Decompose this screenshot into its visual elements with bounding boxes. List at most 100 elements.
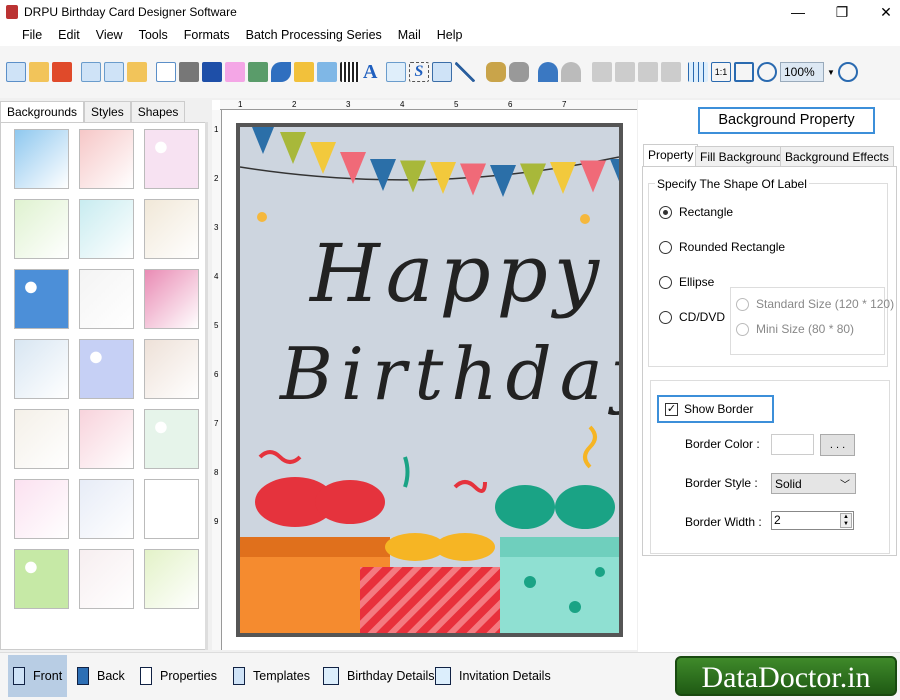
card-text-happy[interactable]: Happy — [310, 227, 605, 320]
background-thumbnail[interactable] — [14, 269, 69, 329]
background-thumbnail[interactable] — [144, 129, 199, 189]
text-icon[interactable]: A — [363, 62, 383, 82]
actual-size-icon[interactable]: 1:1 — [711, 62, 731, 82]
close-file-icon[interactable] — [52, 62, 72, 82]
maximize-button[interactable]: ❐ — [820, 0, 864, 24]
background-thumbnail[interactable] — [14, 199, 69, 259]
background-thumbnail[interactable] — [144, 199, 199, 259]
fit-icon[interactable] — [734, 62, 754, 82]
border-style-select[interactable]: Solid ﹀ — [771, 473, 856, 494]
undo-icon[interactable] — [538, 62, 558, 82]
minimize-button[interactable]: — — [776, 0, 820, 24]
export-icon[interactable] — [127, 62, 147, 82]
menu-formats[interactable]: Formats — [176, 28, 238, 42]
save-as-icon[interactable] — [104, 62, 124, 82]
background-thumbnail[interactable] — [14, 129, 69, 189]
tab-fill-background[interactable]: Fill Background — [695, 146, 788, 166]
background-thumbnail[interactable] — [14, 339, 69, 399]
wordart-icon[interactable] — [317, 62, 337, 82]
card-text-birthday[interactable]: Birthday — [280, 332, 619, 416]
border-width-stepper[interactable]: 2 ▲ ▼ — [771, 511, 854, 530]
layers-icon[interactable] — [202, 62, 222, 82]
radio-standard-size[interactable]: Standard Size (120 * 120) — [736, 297, 894, 311]
radio-rounded-rectangle[interactable]: Rounded Rectangle — [659, 240, 785, 254]
front-button[interactable]: Front — [8, 655, 68, 697]
signature-icon[interactable]: S — [409, 62, 429, 82]
birthday-details-button[interactable]: Birthday Details — [318, 655, 440, 697]
background-thumbnail[interactable] — [79, 269, 134, 329]
database-gray-icon[interactable] — [509, 62, 529, 82]
background-thumbnail[interactable] — [144, 409, 199, 469]
background-thumbnail[interactable] — [79, 339, 134, 399]
menu-view[interactable]: View — [88, 28, 131, 42]
pen-icon[interactable] — [271, 62, 291, 82]
radio-mini-size[interactable]: Mini Size (80 * 80) — [736, 322, 854, 336]
shapes-icon[interactable] — [294, 62, 314, 82]
open-icon[interactable] — [29, 62, 49, 82]
background-thumbnail[interactable] — [144, 269, 199, 329]
background-thumbnail[interactable] — [144, 549, 199, 609]
background-thumbnail[interactable] — [144, 479, 199, 539]
radio-icon — [659, 275, 672, 289]
background-thumbnail[interactable] — [14, 479, 69, 539]
radio-cd-dvd[interactable]: CD/DVD — [659, 310, 725, 324]
background-thumbnail[interactable] — [79, 129, 134, 189]
background-thumbnail[interactable] — [79, 549, 134, 609]
tab-shapes[interactable]: Shapes — [130, 101, 186, 123]
menu-tools[interactable]: Tools — [131, 28, 176, 42]
close-button[interactable]: ✕ — [864, 0, 900, 24]
delete-icon[interactable] — [661, 62, 681, 82]
menu-file[interactable]: File — [14, 28, 50, 42]
properties-button[interactable]: Properties — [135, 655, 222, 697]
border-color-swatch[interactable] — [771, 434, 814, 455]
image-icon[interactable] — [248, 62, 268, 82]
menu-batch[interactable]: Batch Processing Series — [238, 28, 390, 42]
cut-icon[interactable] — [592, 62, 612, 82]
properties-icon[interactable] — [156, 62, 176, 82]
tab-backgrounds[interactable]: Backgrounds — [0, 101, 85, 123]
redo-icon[interactable] — [561, 62, 581, 82]
save-icon[interactable] — [81, 62, 101, 82]
radio-rectangle[interactable]: Rectangle — [659, 205, 733, 219]
radio-ellipse[interactable]: Ellipse — [659, 275, 714, 289]
background-thumbnail[interactable] — [79, 409, 134, 469]
background-thumbnail[interactable] — [79, 199, 134, 259]
zoom-dropdown-icon[interactable]: ▼ — [827, 68, 835, 77]
shape-group-label: Specify The Shape Of Label — [655, 177, 809, 191]
paste-icon[interactable] — [638, 62, 658, 82]
zoom-in-icon[interactable] — [757, 62, 777, 82]
background-thumbnail[interactable] — [79, 479, 134, 539]
menu-mail[interactable]: Mail — [390, 28, 429, 42]
gallery-scrollbar[interactable] — [205, 122, 208, 650]
zoom-out-icon[interactable] — [837, 62, 858, 82]
menu-edit[interactable]: Edit — [50, 28, 88, 42]
templates-button[interactable]: Templates — [228, 655, 315, 697]
birthday-card[interactable]: Happy Birthday — [236, 123, 623, 637]
gift-right — [495, 485, 619, 633]
barcode-icon[interactable] — [340, 62, 360, 82]
line-icon[interactable] — [455, 62, 475, 82]
new-icon[interactable] — [6, 62, 26, 82]
background-thumbnail[interactable] — [144, 339, 199, 399]
border-color-button[interactable]: . . . — [820, 434, 855, 456]
ruler-tick-label: 8 — [214, 468, 219, 477]
spin-arrows-icon[interactable]: ▲ ▼ — [840, 513, 852, 528]
invitation-details-button[interactable]: Invitation Details — [430, 655, 556, 697]
grid-icon[interactable] — [688, 62, 708, 82]
background-thumbnail[interactable] — [14, 409, 69, 469]
zoom-select[interactable]: 100% — [780, 62, 824, 82]
menu-help[interactable]: Help — [429, 28, 471, 42]
title-bar: DRPU Birthday Card Designer Software — ❐… — [0, 0, 900, 24]
gift-icon[interactable] — [225, 62, 245, 82]
tab-property[interactable]: Property — [643, 144, 699, 166]
show-border-checkbox[interactable]: ✓ Show Border — [657, 395, 774, 423]
text-box-icon[interactable] — [386, 62, 406, 82]
tab-background-effects[interactable]: Background Effects — [780, 146, 894, 166]
mail-icon[interactable] — [432, 62, 452, 82]
copy-icon[interactable] — [615, 62, 635, 82]
print-icon[interactable] — [179, 62, 199, 82]
back-button[interactable]: Back — [72, 655, 130, 697]
tab-styles[interactable]: Styles — [84, 101, 131, 123]
database-icon[interactable] — [486, 62, 506, 82]
background-thumbnail[interactable] — [14, 549, 69, 609]
